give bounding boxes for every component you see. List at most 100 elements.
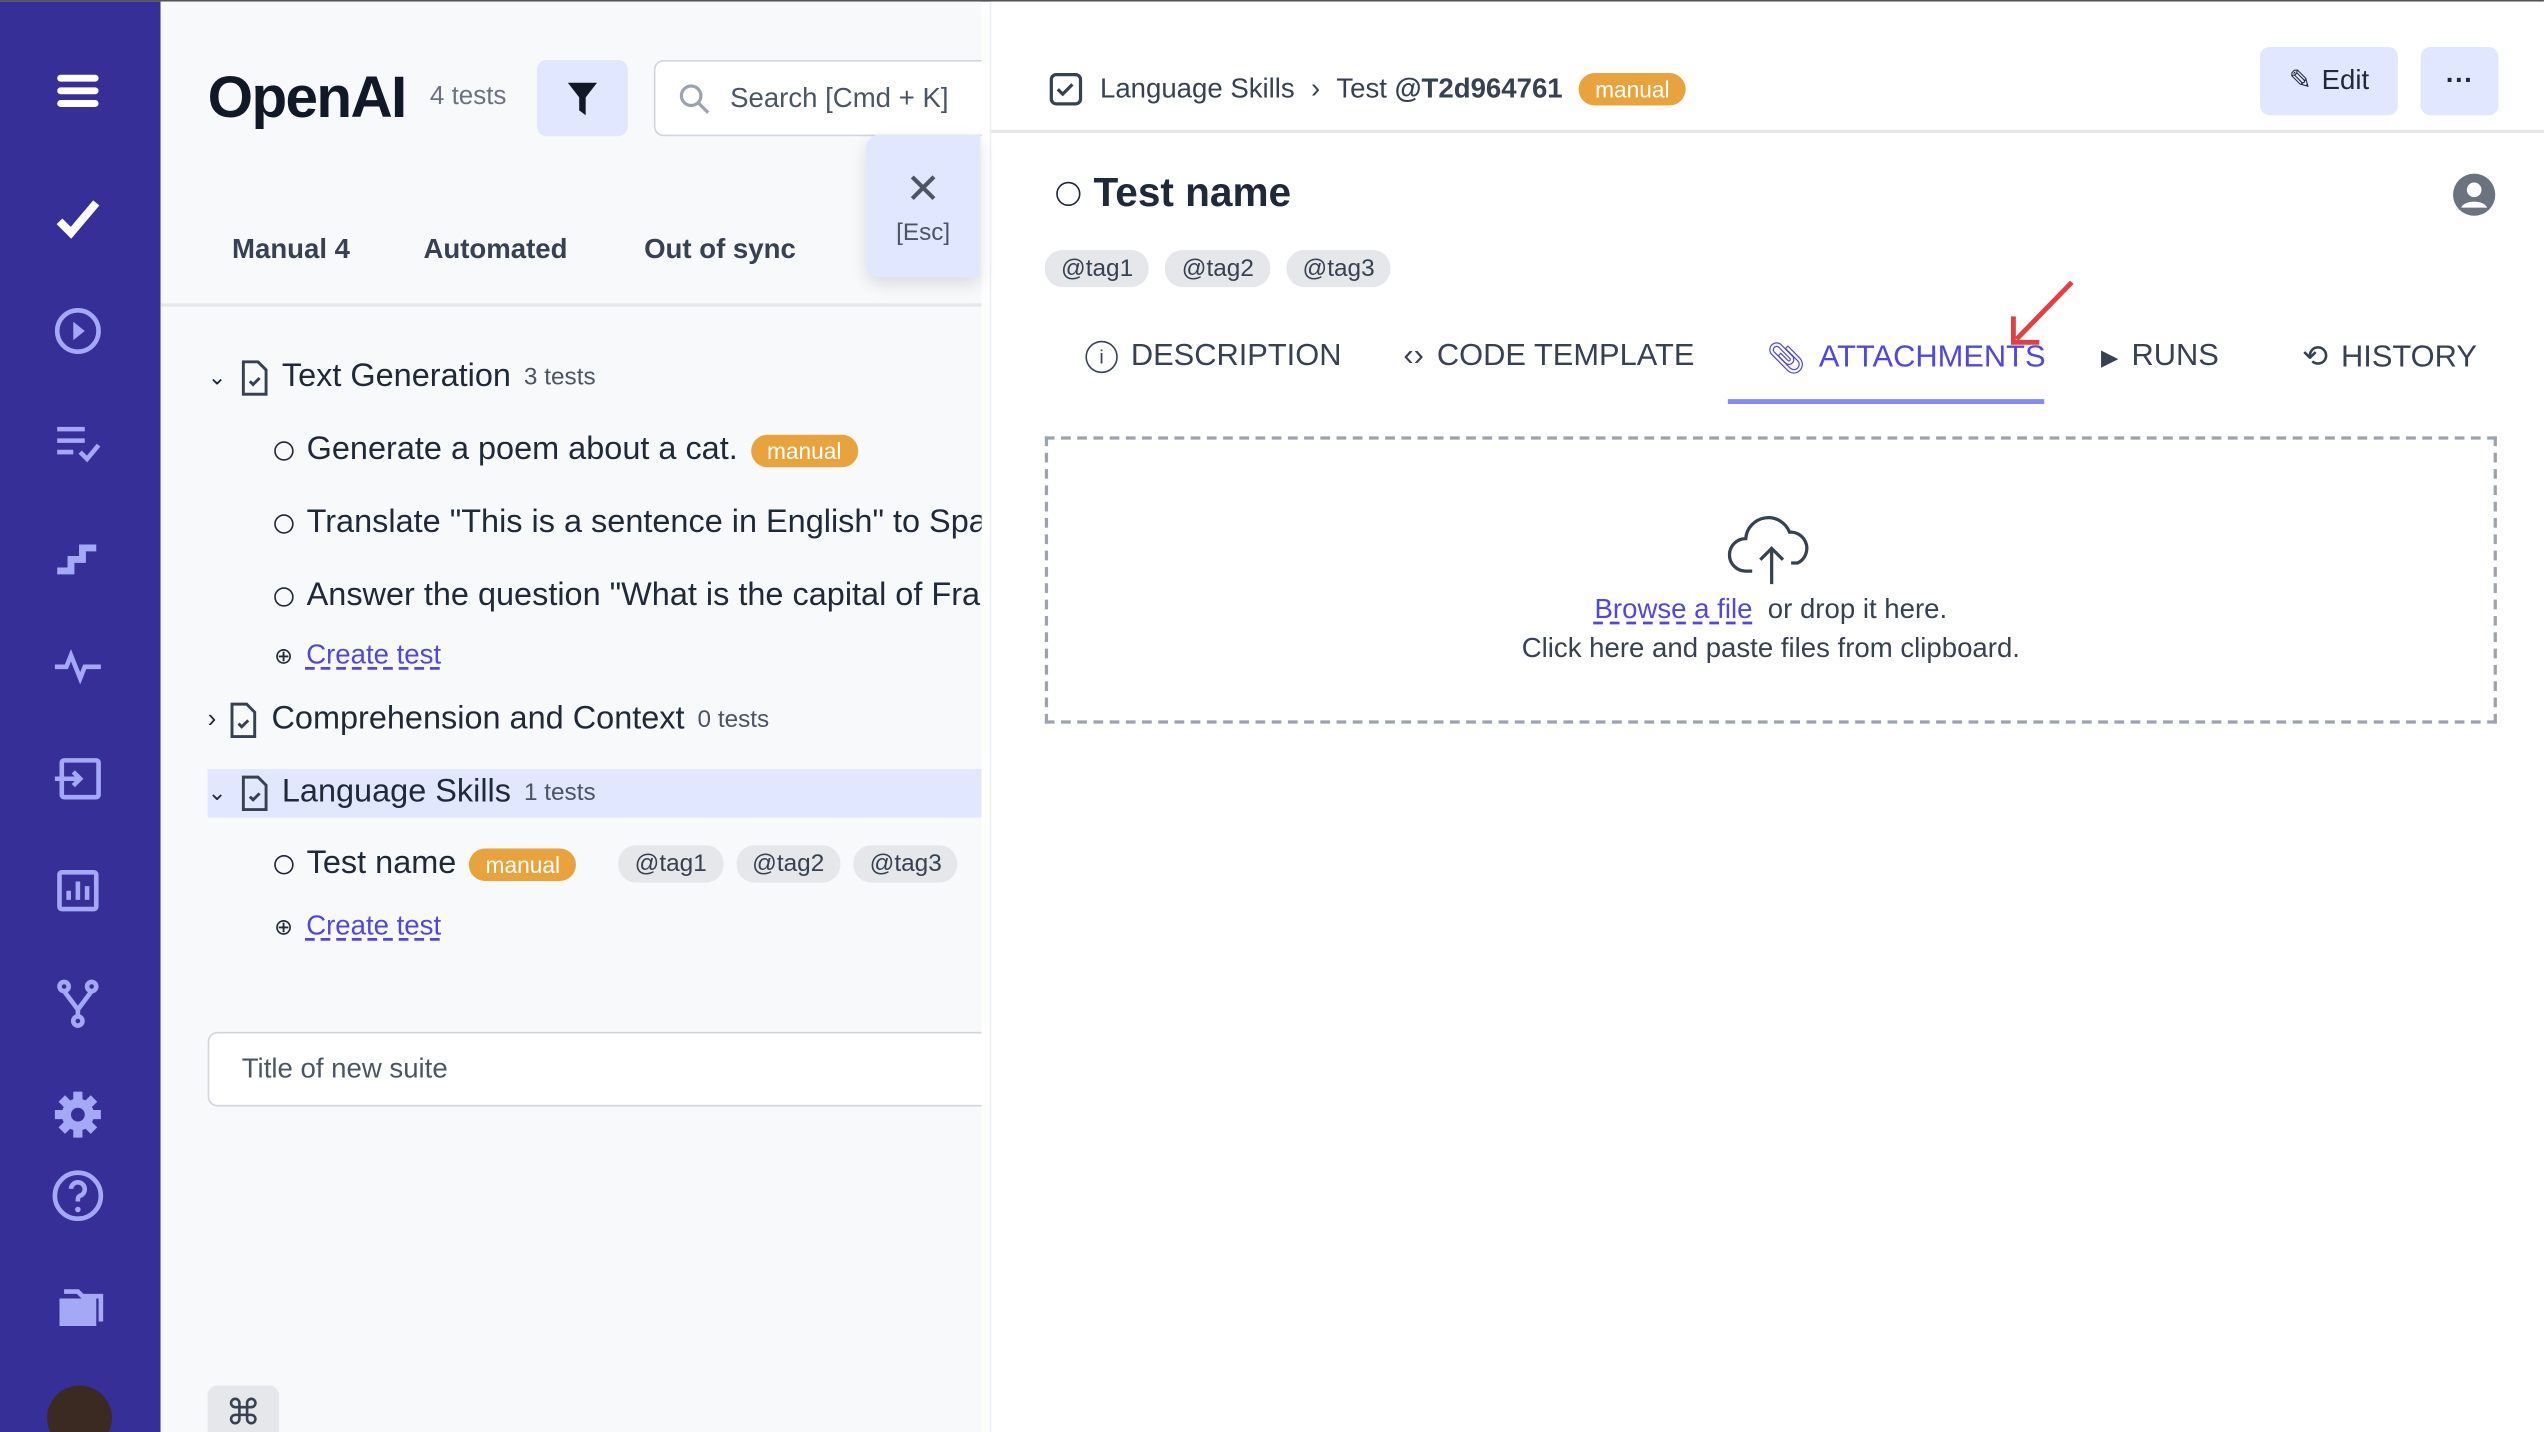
edit-label: Edit (2321, 64, 2370, 96)
avatar[interactable] (47, 1385, 112, 1432)
test-item[interactable]: Generate a poem about a cat. manual (274, 432, 858, 469)
menu-icon[interactable] (47, 60, 109, 122)
suite-name: Text Generation (281, 358, 511, 395)
filter-icon (567, 81, 598, 115)
close-icon: ✕ (905, 163, 941, 212)
pulse-icon[interactable] (47, 636, 109, 698)
create-test-label[interactable]: Create test (306, 639, 441, 671)
browse-file-link[interactable]: Browse a file (1595, 593, 1753, 624)
suite-count: 3 tests (523, 363, 596, 391)
divider (991, 129, 2544, 134)
tag[interactable]: @tag2 (1165, 249, 1271, 288)
test-name: Translate "This is a sentence in English… (306, 504, 982, 541)
tab-label: RUNS (2131, 339, 2219, 374)
drop-hint: or drop it here. (1767, 592, 1948, 624)
suite-name: Comprehension and Context (271, 700, 685, 737)
paperclip-icon: 📎︎ (1766, 342, 1806, 377)
test-item[interactable]: Answer the question "What is the capital… (274, 578, 980, 615)
annotation-arrow-icon (2010, 280, 2074, 345)
tab-runs[interactable]: ▶ RUNS (2101, 339, 2219, 375)
checkbox-icon (1049, 73, 1083, 106)
suite-count: 0 tests (697, 705, 770, 734)
breadcrumb-separator: › (1310, 73, 1321, 104)
create-test-link[interactable]: ⊕ Create test (274, 639, 441, 671)
tab-description[interactable]: i DESCRIPTION (1085, 339, 1341, 375)
tag: @tag1 (618, 845, 723, 883)
file-dropzone[interactable]: Browse a file or drop it here. Click her… (1044, 436, 2497, 724)
play-icon: ▶ (2101, 343, 2119, 370)
cloud-upload-icon (1727, 515, 1808, 584)
status-circle-icon (274, 513, 294, 533)
tab-out-of-sync[interactable]: Out of sync (644, 234, 796, 266)
folder-icon[interactable] (47, 1277, 109, 1339)
tag-list: @tag1 @tag2 @tag3 (1044, 249, 1391, 288)
chevron-right-icon[interactable]: › (208, 705, 217, 734)
suite-text-generation[interactable]: ⌄ Text Generation 3 tests (208, 359, 596, 396)
tab-manual[interactable]: Manual 4 (232, 234, 350, 266)
search-placeholder: Search [Cmd + K] (730, 81, 949, 113)
test-item[interactable]: Test name manual @tag1 @tag2 @tag3 (274, 845, 958, 883)
tab-label: DESCRIPTION (1130, 339, 1342, 374)
new-suite-input[interactable]: Title of new suite (207, 1031, 982, 1107)
detail-tabs: i DESCRIPTION ‹› CODE TEMPLATE 📎︎ ATTACHMEN… (991, 339, 2544, 404)
status-circle-icon (1056, 181, 1081, 207)
search-input[interactable]: Search [Cmd + K] (653, 60, 982, 137)
import-icon[interactable] (47, 748, 109, 810)
plus-circle-icon: ⊕ (274, 641, 294, 668)
branch-icon[interactable] (47, 972, 109, 1034)
tab-label: CODE TEMPLATE (1436, 339, 1695, 374)
command-icon[interactable]: ⌘ (207, 1385, 280, 1432)
steps-icon[interactable] (47, 524, 109, 586)
suite-name: Language Skills (281, 773, 511, 810)
tab-label: HISTORY (2340, 339, 2477, 374)
status-circle-icon (274, 854, 294, 874)
create-test-label[interactable]: Create test (306, 910, 441, 942)
divider (160, 303, 982, 307)
test-detail-panel: Language Skills › Test @T2d964761 manual… (989, 1, 2544, 1432)
test-tree-panel: OpenAI 4 tests Search [Cmd + K] Manual 4… (160, 1, 982, 1432)
paste-hint: Click here and paste files from clipboar… (1521, 631, 2020, 663)
tab-code-template[interactable]: ‹› CODE TEMPLATE (1403, 339, 1694, 375)
create-test-link[interactable]: ⊕ Create test (274, 910, 441, 942)
help-icon[interactable] (47, 1165, 109, 1227)
suite-count: 1 tests (523, 778, 596, 807)
chart-icon[interactable] (47, 860, 109, 922)
filter-button[interactable] (537, 60, 628, 137)
edit-button[interactable]: ✎ Edit (2260, 47, 2398, 116)
test-id: @T2d964761 (1394, 73, 1563, 104)
manual-badge: manual (469, 847, 577, 881)
manual-badge: manual (1578, 73, 1686, 106)
tab-history[interactable]: ⟲ HISTORY (2302, 339, 2477, 376)
tag: @tag2 (735, 845, 841, 883)
test-name: Test name (306, 845, 457, 881)
breadcrumb-suite[interactable]: Language Skills (1100, 73, 1295, 105)
suite-comprehension[interactable]: › Comprehension and Context 0 tests (208, 701, 770, 738)
suite-language-skills[interactable]: ⌄ Language Skills 1 tests (208, 774, 596, 811)
list-check-icon[interactable] (47, 412, 109, 474)
test-title: Test name (1056, 170, 1291, 217)
suite-file-icon (241, 774, 268, 811)
tag[interactable]: @tag1 (1044, 249, 1150, 288)
info-icon: i (1085, 340, 1118, 374)
test-item[interactable]: Translate "This is a sentence in English… (274, 504, 982, 542)
close-shortcut-label: [Esc] (896, 218, 951, 246)
assign-user-icon[interactable] (2451, 172, 2496, 217)
breadcrumb: Language Skills › Test @T2d964761 manual (1048, 71, 1686, 107)
sidebar (0, 1, 161, 1432)
check-icon[interactable] (47, 188, 109, 250)
chevron-down-icon[interactable]: ⌄ (208, 363, 227, 391)
status-circle-icon (274, 440, 294, 460)
tag[interactable]: @tag3 (1286, 249, 1391, 288)
status-circle-icon (274, 586, 294, 606)
test-title-text: Test name (1093, 170, 1292, 216)
tab-automated[interactable]: Automated (423, 234, 567, 266)
test-count: 4 tests (429, 82, 507, 111)
close-button[interactable]: ✕ [Esc] (866, 134, 980, 278)
play-circle-icon[interactable] (47, 300, 109, 362)
chevron-down-icon[interactable]: ⌄ (208, 779, 227, 807)
tag: @tag3 (853, 845, 958, 883)
gear-icon[interactable] (47, 1084, 109, 1146)
history-icon: ⟲ (2302, 340, 2329, 375)
more-button[interactable]: ··· (2420, 47, 2499, 116)
suite-file-icon (231, 701, 257, 738)
